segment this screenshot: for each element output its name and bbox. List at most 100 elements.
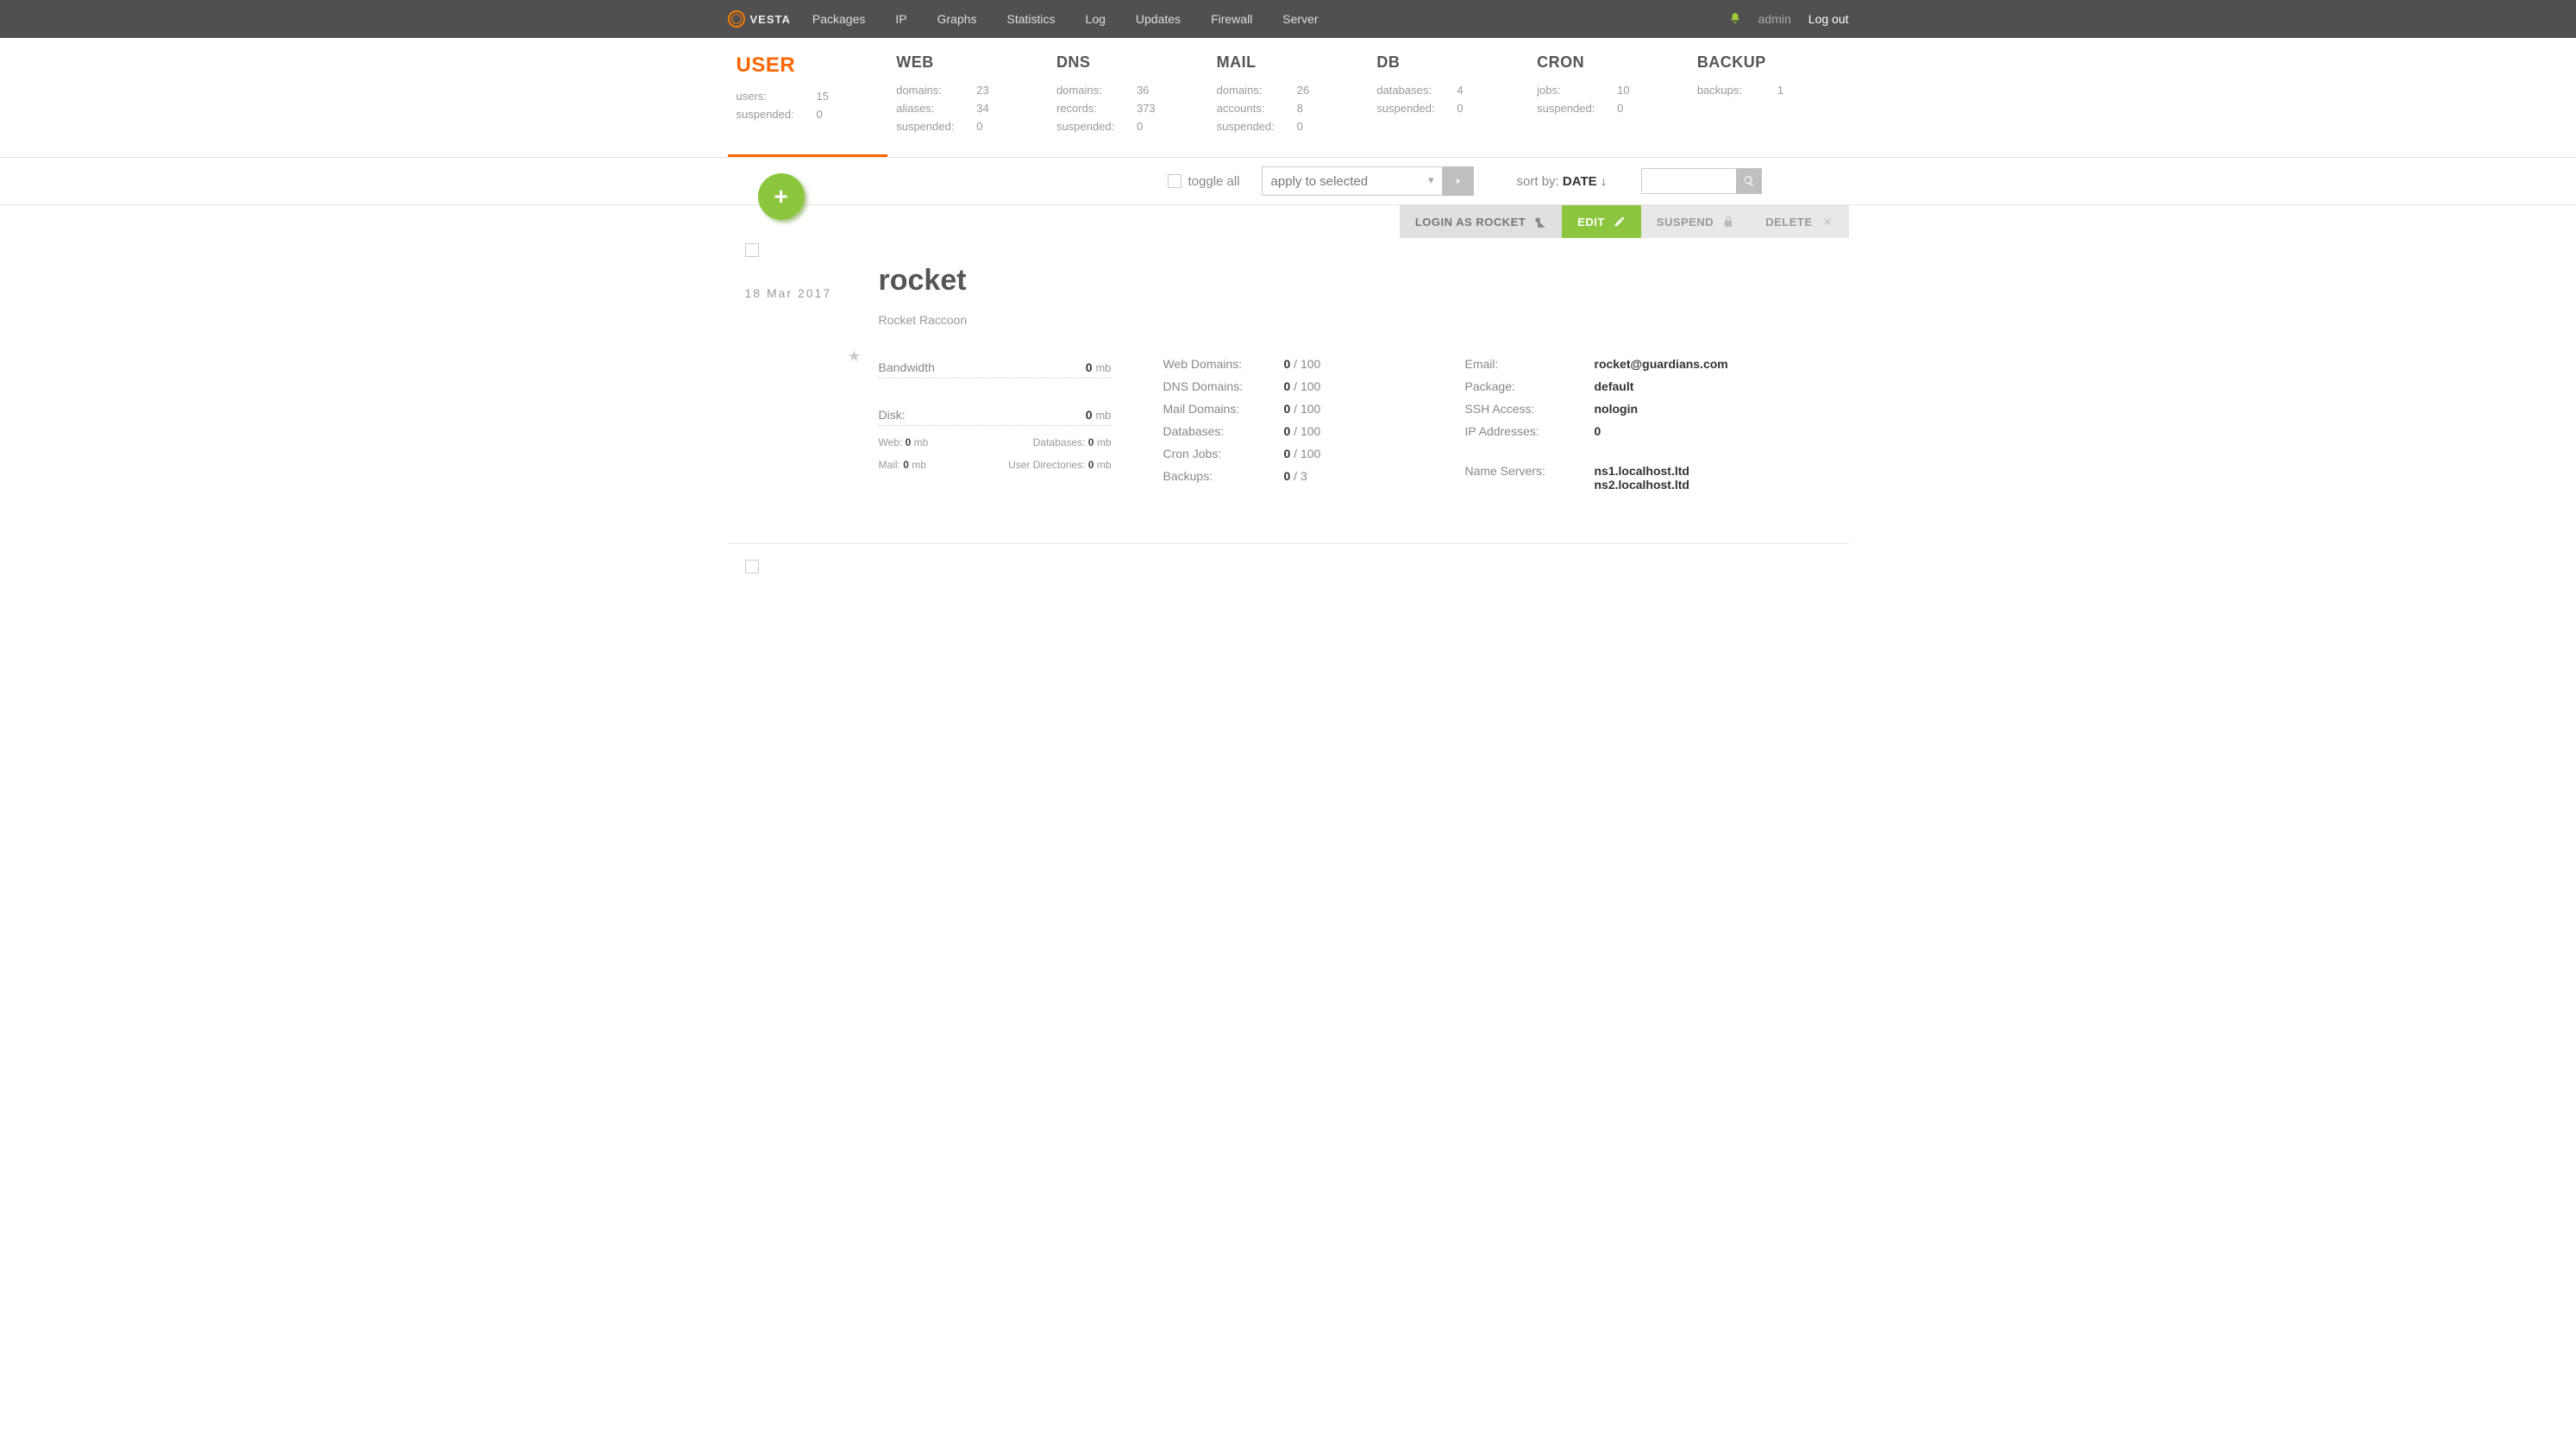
disk-web-label: Web:	[879, 436, 903, 448]
logout-link[interactable]: Log out	[1808, 12, 1849, 26]
tab-stat: jobs: 10	[1537, 84, 1680, 97]
limit-label: Mail Domains:	[1163, 402, 1284, 416]
login-as-button[interactable]: LOGIN AS ROCKET	[1400, 205, 1562, 238]
stat-value: 0	[1617, 102, 1623, 115]
item-checkbox[interactable]	[745, 243, 759, 257]
disk-mail-value: 0	[903, 459, 909, 471]
tab-title: MAIL	[1217, 53, 1360, 72]
info-row: Package:default	[1465, 379, 1849, 393]
fullname: Rocket Raccoon	[879, 313, 1849, 327]
bulk-apply-button[interactable]	[1443, 166, 1474, 196]
search-button[interactable]	[1736, 168, 1762, 194]
footer-checkbox[interactable]	[745, 560, 759, 573]
limit-row: Cron Jobs:0 / 100	[1163, 447, 1413, 460]
sort-prefix: sort by:	[1517, 174, 1559, 189]
action-label: SUSPEND	[1657, 216, 1714, 229]
disk-db-value: 0	[1088, 436, 1094, 448]
edit-button[interactable]: EDIT	[1562, 205, 1641, 238]
stat-value: 15	[817, 90, 829, 103]
logo[interactable]: VESTA	[728, 10, 791, 28]
tab-stat: aliases:34	[896, 102, 1039, 115]
info-value: default	[1595, 379, 1634, 393]
bandwidth-unit: mb	[1095, 361, 1111, 374]
stat-value: 0	[1297, 120, 1303, 133]
star-icon[interactable]: ★	[745, 348, 879, 366]
disk-mail-unit: mb	[912, 459, 926, 471]
limit-label: DNS Domains:	[1163, 379, 1284, 393]
stat-value: 373	[1137, 102, 1156, 115]
key-icon	[1534, 216, 1546, 228]
sort-control[interactable]: sort by: DATE ↓	[1517, 174, 1608, 189]
stat-value: 0	[817, 108, 823, 121]
tab-user[interactable]: USERusers:15suspended:0	[728, 53, 888, 157]
nav-log[interactable]: Log	[1086, 12, 1106, 26]
nav-graphs[interactable]: Graphs	[937, 12, 977, 26]
nav-packages[interactable]: Packages	[812, 12, 865, 26]
search-input[interactable]	[1641, 168, 1736, 194]
limit-label: Web Domains:	[1163, 357, 1284, 371]
tab-dns[interactable]: DNSdomains:36records:373suspended:0	[1048, 53, 1208, 157]
bandwidth-label: Bandwidth	[879, 360, 935, 374]
tab-title: WEB	[896, 53, 1039, 72]
stat-label: jobs:	[1537, 84, 1601, 97]
logo-text: VESTA	[750, 13, 791, 26]
suspend-button[interactable]: SUSPEND	[1641, 205, 1750, 238]
disk-ud-unit: mb	[1097, 459, 1112, 471]
limit-value: 0 / 100	[1284, 447, 1321, 460]
stat-value: 34	[976, 102, 988, 115]
item-date: 18 Mar 2017	[745, 286, 879, 300]
stat-label: backups:	[1697, 84, 1762, 97]
item-action-bar: LOGIN AS ROCKET EDIT SUSPEND DELETE	[728, 205, 1849, 238]
notifications-icon[interactable]	[1729, 12, 1741, 27]
tab-web[interactable]: WEBdomains:23aliases:34suspended:0	[887, 53, 1048, 157]
disk-unit: mb	[1095, 409, 1111, 422]
tab-stat: users: 15	[736, 90, 880, 103]
nav-server[interactable]: Server	[1282, 12, 1318, 26]
stat-label: domains:	[896, 84, 961, 97]
stat-value: 10	[1617, 84, 1629, 97]
disk-ud-value: 0	[1088, 459, 1094, 471]
bulk-action: apply to selected	[1262, 166, 1474, 196]
stat-label: suspended:	[1537, 102, 1601, 115]
limit-row: Web Domains:0 / 100	[1163, 357, 1413, 371]
tab-mail[interactable]: MAILdomains:26accounts:8suspended:0	[1208, 53, 1369, 157]
toggle-all-checkbox[interactable]	[1168, 174, 1181, 188]
tab-title: BACKUP	[1697, 53, 1840, 72]
tab-stat: databases:4	[1376, 84, 1520, 97]
disk-ud-label: User Directories:	[1008, 459, 1085, 471]
stat-label: users:	[736, 90, 801, 103]
tab-stat: domains:26	[1217, 84, 1360, 97]
tab-backup[interactable]: BACKUPbackups:1	[1689, 53, 1849, 157]
tab-cron[interactable]: CRONjobs:10suspended:0	[1528, 53, 1689, 157]
limit-value: 0 / 100	[1284, 357, 1321, 371]
search-box	[1641, 168, 1762, 194]
stat-label: databases:	[1376, 84, 1441, 97]
tab-db[interactable]: DBdatabases:4suspended:0	[1368, 53, 1528, 157]
nav-updates[interactable]: Updates	[1136, 12, 1181, 26]
limit-value: 0 / 3	[1284, 469, 1307, 483]
stat-label: domains:	[1056, 84, 1121, 97]
limit-value: 0 / 100	[1284, 424, 1321, 438]
stat-label: suspended:	[1376, 102, 1441, 115]
disk-db-unit: mb	[1097, 436, 1112, 448]
limit-value: 0 / 100	[1284, 379, 1321, 393]
info-row: IP Addresses:0	[1465, 424, 1849, 438]
bandwidth-value: 0	[1086, 360, 1093, 374]
chevron-right-icon	[1452, 175, 1464, 187]
info-row: Email:rocket@guardians.com	[1465, 357, 1849, 371]
toggle-all[interactable]: toggle all	[1168, 174, 1240, 189]
delete-button[interactable]: DELETE	[1750, 205, 1848, 238]
nav-statistics[interactable]: Statistics	[1007, 12, 1056, 26]
info-value: 0	[1595, 424, 1601, 438]
topbar: VESTA Packages IP Graphs Statistics Log …	[0, 0, 2576, 38]
limit-value: 0 / 100	[1284, 402, 1321, 416]
disk-mail-label: Mail:	[879, 459, 900, 471]
current-user-link[interactable]: admin	[1758, 12, 1791, 26]
nav-ip[interactable]: IP	[895, 12, 906, 26]
bulk-select[interactable]: apply to selected	[1262, 166, 1443, 196]
limit-label: Cron Jobs:	[1163, 447, 1284, 460]
nav-firewall[interactable]: Firewall	[1211, 12, 1252, 26]
info-row: SSH Access:nologin	[1465, 402, 1849, 416]
logo-icon	[728, 10, 745, 28]
add-button[interactable]: +	[758, 173, 805, 220]
